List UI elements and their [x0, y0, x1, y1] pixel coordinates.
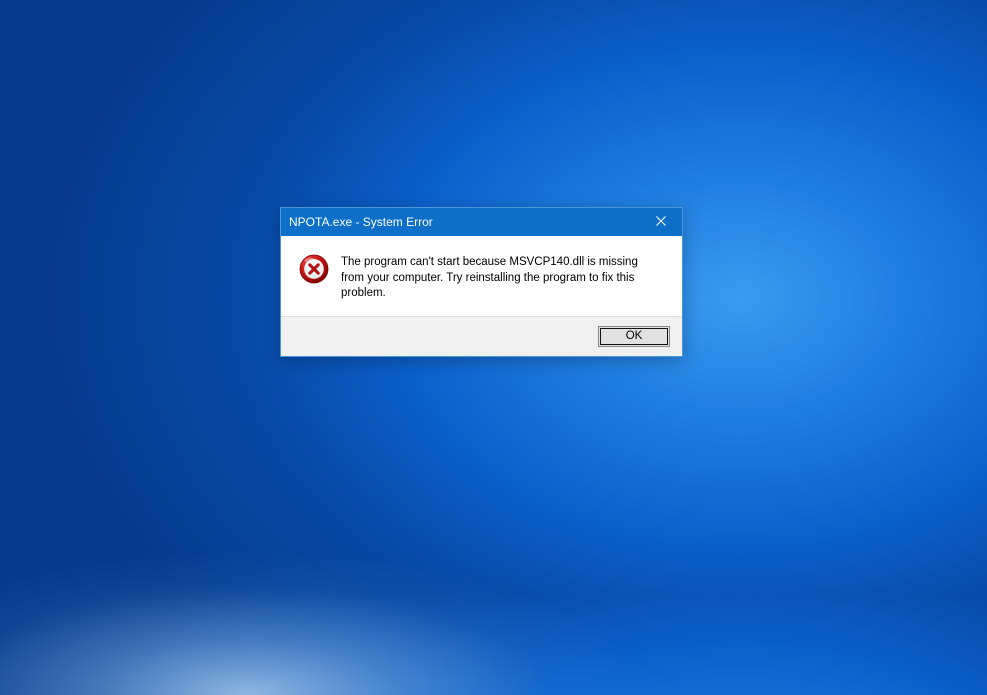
- ok-button[interactable]: OK: [598, 326, 670, 347]
- dialog-button-row: OK: [281, 316, 682, 356]
- dialog-content: The program can't start because MSVCP140…: [281, 236, 682, 316]
- dialog-title: NPOTA.exe - System Error: [289, 215, 433, 229]
- desktop-glow: [0, 475, 987, 695]
- close-button[interactable]: [640, 208, 682, 236]
- error-icon: [299, 254, 329, 284]
- close-icon: [656, 215, 666, 229]
- error-dialog: NPOTA.exe - System Error: [280, 207, 683, 357]
- error-message: The program can't start because MSVCP140…: [341, 254, 664, 302]
- dialog-titlebar[interactable]: NPOTA.exe - System Error: [281, 208, 682, 236]
